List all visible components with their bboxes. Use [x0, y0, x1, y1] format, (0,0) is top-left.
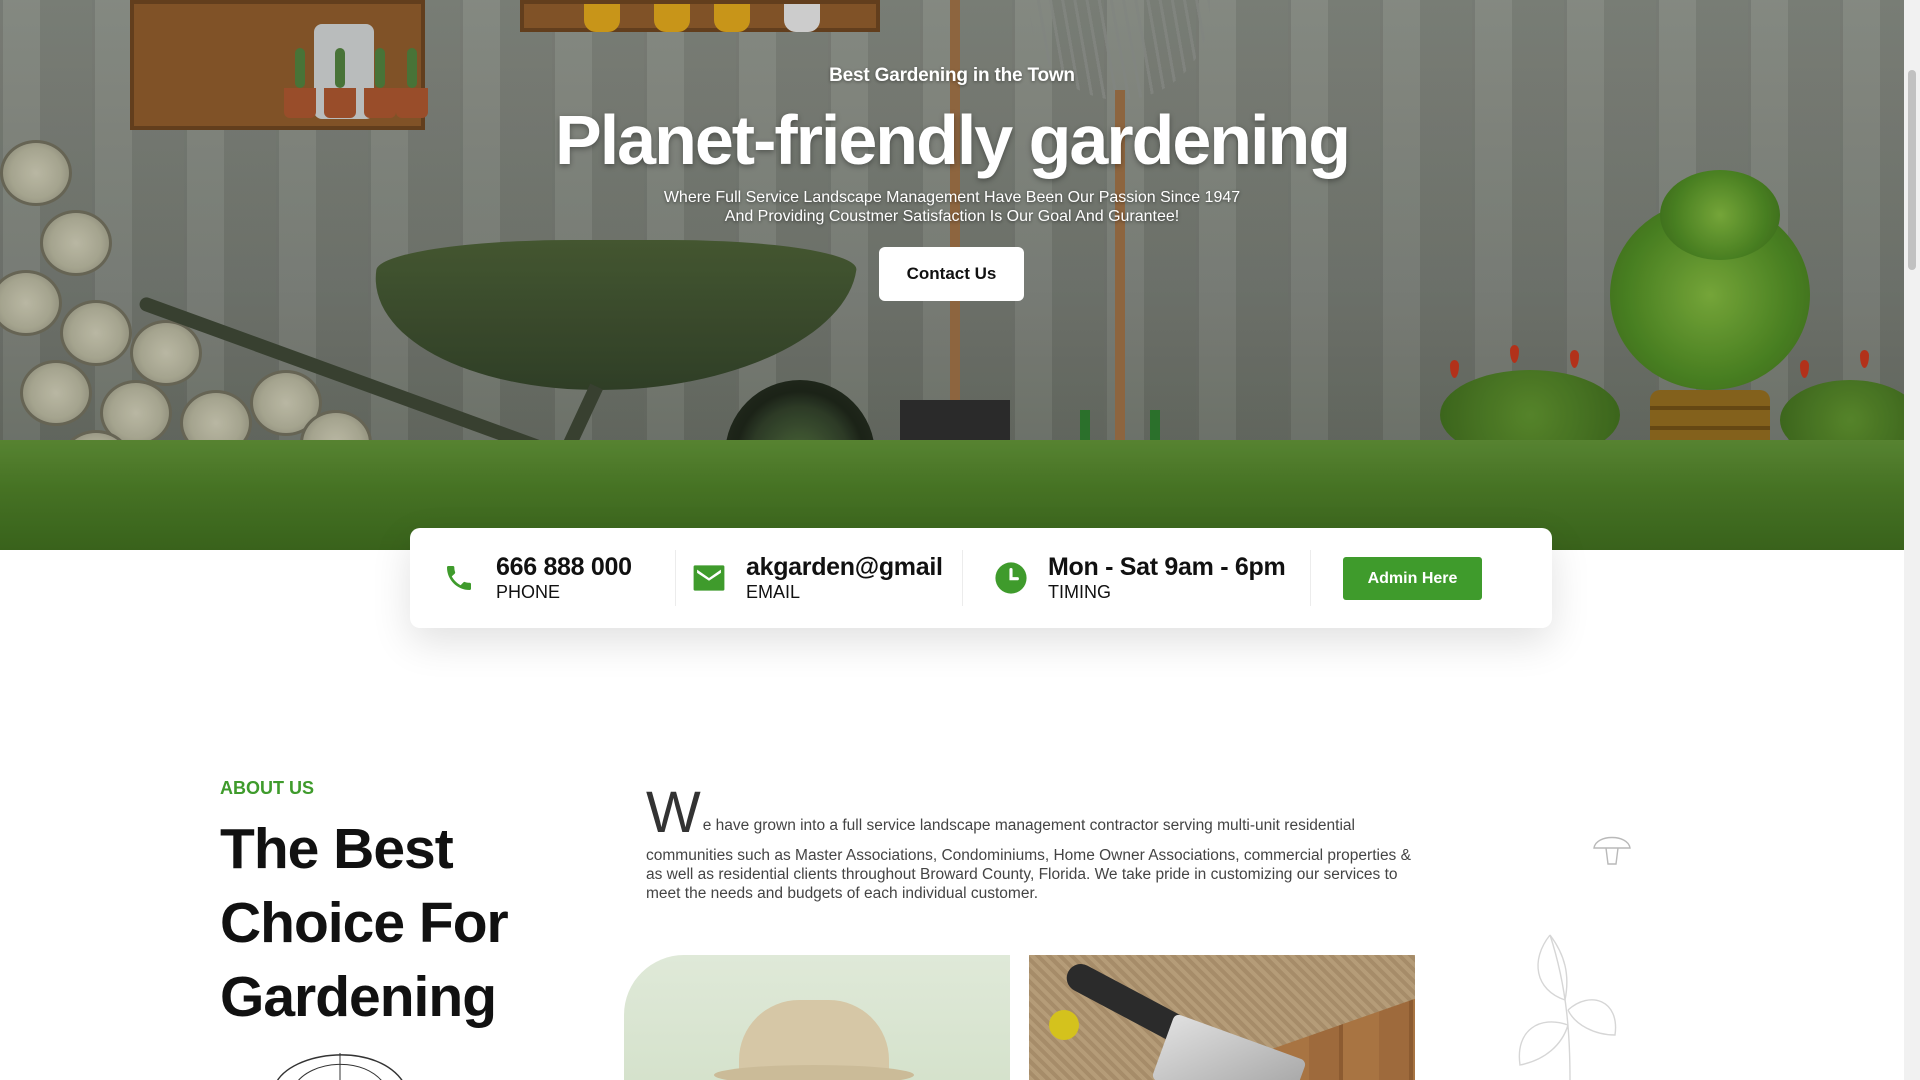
hero-headline: Planet-friendly gardening: [555, 101, 1351, 179]
contact-us-button[interactable]: Contact Us: [879, 247, 1024, 301]
garden-tools-photo: [1029, 955, 1415, 1080]
divider: [675, 550, 676, 606]
about-text-rest: communities such as Master Associations,…: [646, 847, 1411, 902]
scrollbar-thumb[interactable]: [1908, 70, 1916, 270]
email-info[interactable]: akgarden@gmail EMAIL: [692, 528, 943, 628]
mushroom-outline-icon: [1593, 836, 1631, 865]
admin-button[interactable]: Admin Here: [1343, 557, 1482, 600]
hero-eyebrow: Best Gardening in the Town: [829, 65, 1075, 86]
phone-number: 666 888 000: [496, 552, 632, 581]
email-label: EMAIL: [746, 581, 801, 602]
about-dropcap: W: [646, 780, 701, 845]
timing-info: Mon - Sat 9am - 6pm TIMING: [994, 528, 1286, 628]
about-title: The Best Choice For Gardening: [220, 812, 620, 1034]
hero-subtitle: Where Full Service Landscape Management …: [0, 188, 1904, 226]
phone-label: PHONE: [496, 581, 561, 602]
hero-section: Best Gardening in the Town Planet-friend…: [0, 0, 1904, 550]
about-title-line-1: The Best: [220, 817, 454, 881]
about-title-line-2: Choice For: [220, 891, 509, 955]
about-title-line-3: Gardening: [220, 965, 497, 1029]
divider: [962, 550, 963, 606]
page-scrollbar[interactable]: [1904, 0, 1920, 1080]
about-text-first-line: e have grown into a full service landsca…: [702, 817, 1355, 834]
email-address: akgarden@gmail: [746, 552, 943, 581]
divider: [1310, 550, 1311, 606]
phone-info[interactable]: 666 888 000 PHONE: [442, 528, 632, 628]
hero-subtitle-line-2: And Providing Coustmer Satisfaction Is O…: [724, 208, 1180, 225]
gardener-photo: [624, 955, 1010, 1080]
clock-icon: [994, 561, 1028, 595]
opening-hours: Mon - Sat 9am - 6pm: [1048, 552, 1286, 581]
about-eyebrow: ABOUT US: [220, 778, 314, 798]
timing-label: TIMING: [1048, 581, 1111, 602]
contact-info-bar: 666 888 000 PHONE akgarden@gmail EMAIL M…: [410, 528, 1552, 628]
hero-subtitle-line-1: Where Full Service Landscape Management …: [663, 189, 1241, 206]
phone-icon: [442, 561, 476, 595]
mail-icon: [692, 561, 726, 595]
leaf-outline-icon: [277, 1053, 403, 1080]
plant-outline-icon: [1518, 934, 1617, 1080]
about-description: W e have grown into a full service lands…: [646, 780, 1412, 903]
